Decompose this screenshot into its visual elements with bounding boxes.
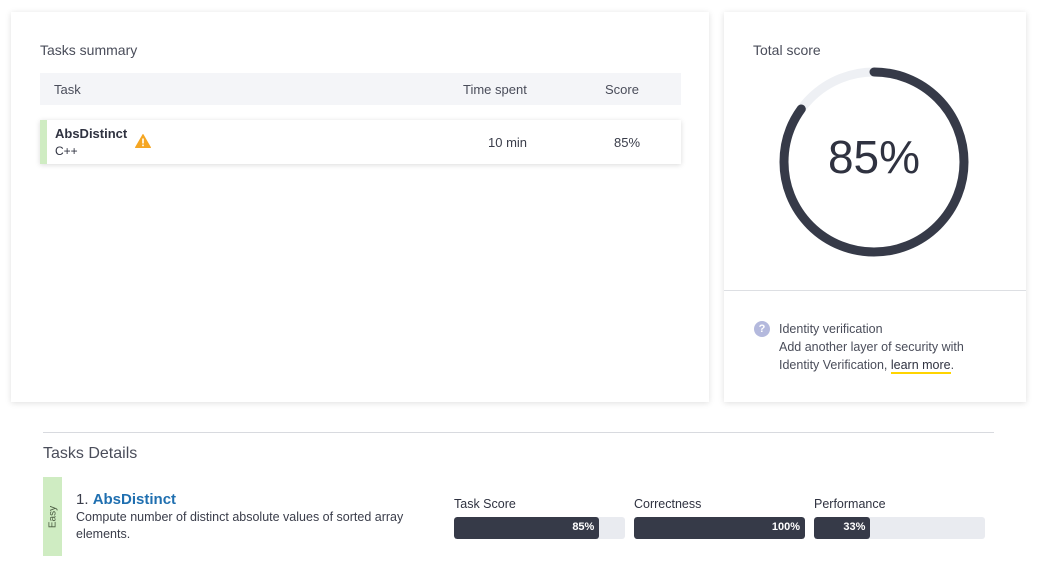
metric-label: Correctness <box>634 497 702 511</box>
column-header-task: Task <box>54 82 81 97</box>
identity-verification-suffix: . <box>950 358 955 372</box>
metric-performance: Performance 33% <box>814 497 986 539</box>
metric-value: 33% <box>843 521 866 533</box>
difficulty-badge: Easy <box>43 477 62 556</box>
tasks-summary-title: Tasks summary <box>40 42 138 58</box>
task-language: C++ <box>55 144 78 158</box>
metric-value: 85% <box>572 521 595 533</box>
metric-label: Task Score <box>454 497 516 511</box>
metric-bar-track: 100% <box>634 517 805 539</box>
metric-task-score: Task Score 85% <box>454 497 626 539</box>
task-time-spent: 10 min <box>488 135 528 150</box>
warning-triangle-icon[interactable] <box>135 134 151 148</box>
table-row[interactable]: AbsDistinct C++ 10 min 85% <box>40 120 681 164</box>
section-divider <box>43 432 994 433</box>
identity-verification-line2: Identity Verification, learn more. <box>779 356 1009 374</box>
task-name-link[interactable]: AbsDistinct <box>93 491 176 508</box>
metric-bar-fill: 100% <box>634 517 805 539</box>
metric-label: Performance <box>814 497 886 511</box>
identity-verification-info: Identity verification Add another layer … <box>779 320 1009 374</box>
row-status-accent <box>40 120 47 164</box>
metric-correctness: Correctness 100% <box>634 497 806 539</box>
task-name: AbsDistinct <box>55 126 128 141</box>
task-score: 85% <box>614 135 641 150</box>
identity-verification-prefix: Identity Verification, <box>779 358 891 372</box>
total-score-card: Total score 85% ? Identity verification … <box>724 12 1026 402</box>
metric-bar-fill: 33% <box>814 517 871 539</box>
metric-bar-track: 33% <box>814 517 985 539</box>
task-heading: 1. AbsDistinct <box>76 491 176 508</box>
metric-bar-track: 85% <box>454 517 625 539</box>
metric-value: 100% <box>771 521 800 533</box>
metric-bar-fill: 85% <box>454 517 600 539</box>
task-number: 1. <box>76 491 89 508</box>
task-description: Compute number of distinct absolute valu… <box>76 510 404 541</box>
identity-verification-title: Identity verification <box>779 322 883 336</box>
column-header-score: Score <box>605 82 639 97</box>
total-score-title: Total score <box>753 42 821 58</box>
tasks-details-title: Tasks Details <box>43 445 138 462</box>
tasks-table-header: Task Time spent Score <box>40 73 681 105</box>
question-icon: ? <box>754 321 770 337</box>
learn-more-link[interactable]: learn more <box>890 358 951 374</box>
tasks-summary-card: Tasks summary Task Time spent Score AbsD… <box>11 12 709 402</box>
identity-verification-line1: Add another layer of security with <box>779 340 964 354</box>
total-score-value: 85% <box>827 131 921 183</box>
card-divider <box>724 290 1026 291</box>
column-header-time-spent: Time spent <box>463 82 527 97</box>
difficulty-label: Easy <box>47 505 58 528</box>
